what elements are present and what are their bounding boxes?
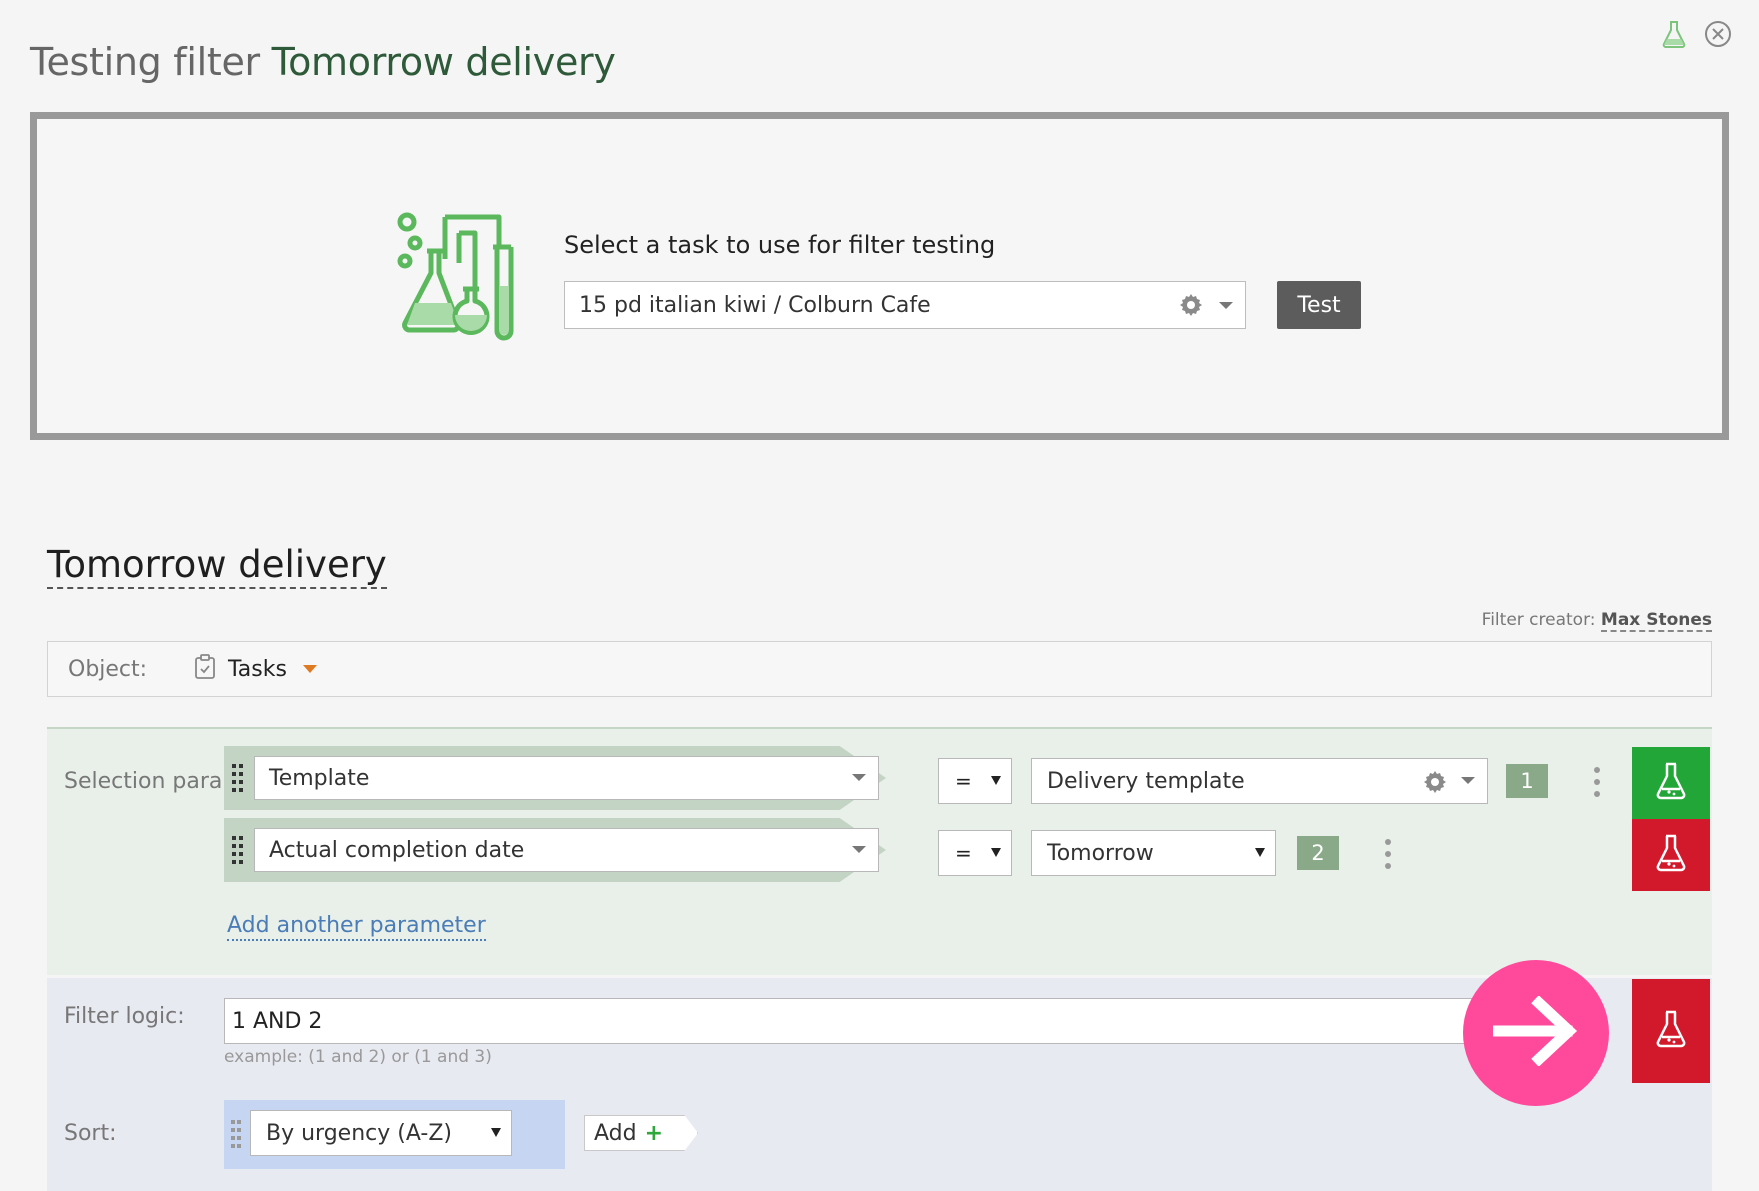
selection-parameters-section: Selection parameters: Template = Deliver… — [47, 727, 1712, 975]
parameter-value: Tomorrow — [1047, 840, 1154, 866]
parameter-field-select[interactable]: Actual completion date — [254, 828, 879, 872]
drag-handle-icon[interactable] — [231, 1120, 243, 1148]
task-select[interactable]: 15 pd italian kiwi / Colburn Cafe — [564, 281, 1246, 329]
gear-icon[interactable] — [1177, 291, 1205, 325]
object-row: Object: Tasks — [47, 641, 1712, 697]
sort-select[interactable]: By urgency (A-Z) — [250, 1110, 512, 1156]
test-logic-flask-button[interactable] — [1632, 979, 1710, 1083]
gear-icon[interactable] — [1421, 768, 1449, 802]
close-icon[interactable] — [1704, 20, 1732, 48]
chevron-down-icon[interactable] — [1255, 848, 1265, 857]
test-panel: Select a task to use for filter testing … — [30, 112, 1729, 440]
add-sort-label: Add — [594, 1120, 637, 1146]
filter-logic-label: Filter logic: — [64, 1002, 185, 1032]
add-sort-button[interactable]: Add + — [584, 1115, 699, 1151]
chevron-down-icon[interactable] — [852, 846, 866, 853]
laboratory-icon — [397, 211, 527, 341]
filter-logic-hint: example: (1 and 2) or (1 and 3) — [224, 1047, 492, 1067]
more-options-icon[interactable] — [1593, 767, 1601, 797]
sort-label: Sort: — [64, 1121, 117, 1146]
flask-icon[interactable] — [1660, 20, 1688, 48]
filter-creator: Filter creator: Max Stones — [1481, 610, 1712, 632]
sort-value: By urgency (A-Z) — [266, 1120, 453, 1146]
sort-band: By urgency (A-Z) — [224, 1100, 565, 1169]
page-title-prefix: Testing filter — [30, 40, 260, 84]
operator-value: = — [955, 769, 972, 793]
filter-logic-section: Filter logic: 1 AND 2 example: (1 and 2)… — [47, 978, 1712, 1191]
select-task-label: Select a task to use for filter testing — [564, 231, 996, 259]
parameter-index-badge: 1 — [1506, 764, 1548, 798]
clipboard-icon — [194, 654, 216, 684]
chevron-down-icon[interactable] — [491, 1128, 501, 1137]
object-value[interactable]: Tasks — [228, 657, 287, 682]
chevron-down-icon[interactable] — [1461, 777, 1475, 784]
next-arrow-button[interactable] — [1463, 960, 1609, 1106]
top-icons — [1660, 20, 1732, 48]
parameter-value: Delivery template — [1047, 768, 1245, 794]
chevron-down-icon[interactable] — [302, 665, 317, 673]
flask-icon — [1654, 833, 1688, 877]
parameter-field-select[interactable]: Template — [254, 756, 879, 800]
drag-handle-icon[interactable] — [232, 764, 244, 792]
filter-logic-value: 1 AND 2 — [232, 1008, 323, 1034]
task-select-value: 15 pd italian kiwi / Colburn Cafe — [579, 292, 931, 318]
parameter-index-badge: 2 — [1297, 836, 1339, 870]
flask-icon — [1654, 1009, 1688, 1053]
arrow-right-icon — [1491, 995, 1579, 1070]
operator-select[interactable]: = — [938, 758, 1012, 804]
parameter-field-value: Actual completion date — [269, 837, 525, 863]
filter-creator-label: Filter creator: — [1481, 610, 1596, 630]
test-parameter-flask-button[interactable] — [1632, 747, 1710, 819]
plus-icon: + — [644, 1120, 664, 1146]
operator-select[interactable]: = — [938, 830, 1012, 876]
drag-handle-icon[interactable] — [232, 836, 244, 864]
chevron-down-icon[interactable] — [991, 776, 1001, 785]
chevron-down-icon[interactable] — [852, 774, 866, 781]
page-title-filter-name: Tomorrow delivery — [271, 40, 616, 84]
more-options-icon[interactable] — [1384, 839, 1392, 869]
filter-name[interactable]: Tomorrow delivery — [47, 543, 387, 589]
test-parameter-flask-button[interactable] — [1632, 819, 1710, 891]
parameter-field-value: Template — [269, 765, 370, 791]
filter-creator-name[interactable]: Max Stones — [1600, 610, 1712, 632]
test-button[interactable]: Test — [1277, 281, 1361, 329]
flask-icon — [1654, 761, 1688, 805]
operator-value: = — [955, 841, 972, 865]
add-another-parameter-link[interactable]: Add another parameter — [227, 913, 486, 941]
chevron-down-icon[interactable] — [1219, 302, 1233, 309]
page-title: Testing filter Tomorrow delivery — [30, 40, 616, 84]
filter-logic-input[interactable]: 1 AND 2 — [224, 998, 1476, 1044]
filter-logic-label-text: Filter logic: — [64, 1004, 185, 1029]
chevron-down-icon[interactable] — [991, 848, 1001, 857]
object-label: Object: — [68, 656, 148, 682]
parameter-value-select[interactable]: Delivery template — [1031, 758, 1488, 804]
parameter-value-select[interactable]: Tomorrow — [1031, 830, 1276, 876]
